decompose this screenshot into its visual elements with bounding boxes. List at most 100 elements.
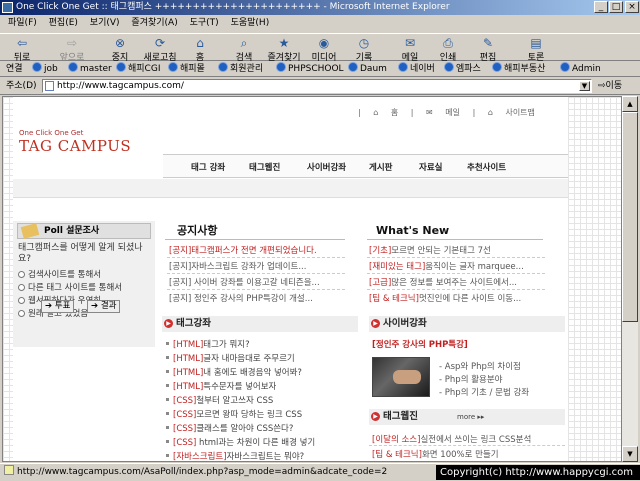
cyber-item[interactable]: - Php의 활용분야 xyxy=(439,373,503,385)
bullet-icon xyxy=(166,454,169,457)
radio-button[interactable] xyxy=(18,284,25,291)
link-happymall[interactable]: 해피몰 xyxy=(168,62,205,76)
tagclass-item[interactable]: [HTML]특수문자를 넣어보자 xyxy=(166,380,276,392)
menu-help[interactable]: 도움말(H) xyxy=(231,18,270,28)
chevron-down-icon[interactable]: ▼ xyxy=(579,81,590,91)
menu-edit[interactable]: 편집(E) xyxy=(49,18,78,28)
tagclass-item[interactable]: [HTML]태그가 뭐지? xyxy=(166,338,250,350)
divider xyxy=(367,289,545,290)
link-job[interactable]: job xyxy=(32,62,58,76)
notice-item[interactable]: [공지]태그캠퍼스가 전면 개편되었습니다. xyxy=(169,244,345,256)
link-daum[interactable]: Daum xyxy=(348,62,387,76)
home-button[interactable]: ⌂ 홈 xyxy=(180,36,220,63)
print-button[interactable]: ⎙ 인쇄 xyxy=(428,36,468,63)
radio-button[interactable] xyxy=(18,297,25,304)
poll-option[interactable]: 검색사이트를 통해서 xyxy=(18,268,101,280)
back-button[interactable]: ⇦ 뒤로 xyxy=(2,36,42,63)
cyber-banner[interactable]: [정인주 강사의 PHP특강] xyxy=(372,338,468,350)
link-happycgi[interactable]: 해피CGI xyxy=(116,62,160,76)
radio-button[interactable] xyxy=(18,271,25,278)
scroll-up-button[interactable]: ▲ xyxy=(622,96,638,112)
bullet-icon xyxy=(166,426,169,429)
menu-file[interactable]: 파일(F) xyxy=(8,18,37,28)
discuss-button[interactable]: ▤ 토론 xyxy=(516,36,556,63)
link-empas[interactable]: 엠파스 xyxy=(444,62,481,76)
link-admin[interactable]: Admin xyxy=(560,62,601,76)
vertical-scrollbar[interactable]: ▲ ▼ xyxy=(622,96,638,462)
top-nav-sitemap[interactable]: 사이트맵 xyxy=(505,108,534,117)
nav-archive[interactable]: 자료실 xyxy=(419,161,442,173)
browser-window: One Click One Get :: 태그캠퍼스 +++++++++++++… xyxy=(0,0,640,480)
forward-button[interactable]: ⇨ 앞으로 xyxy=(52,36,92,63)
minimize-button[interactable]: _ xyxy=(594,1,608,13)
nav-tag-class[interactable]: 태그 강좌 xyxy=(191,161,225,173)
favorites-button[interactable]: ★ 즐겨찾기 xyxy=(264,36,304,63)
arrow-icon: ▶ xyxy=(164,319,173,328)
tagclass-item[interactable]: [CSS]철부터 알고쓰자 CSS xyxy=(166,394,273,406)
link-phpschool[interactable]: PHPSCHOOL xyxy=(276,62,344,76)
tagclass-item[interactable]: [CSS]모르면 왕따 당하는 링크 CSS xyxy=(166,408,302,420)
address-input[interactable]: http://www.tagcampus.com/ ▼ xyxy=(42,79,592,93)
hand-image xyxy=(393,370,421,384)
menu-favorites[interactable]: 즐겨찾기(A) xyxy=(131,18,177,28)
home-icon: ⌂ xyxy=(196,36,204,50)
cyber-item[interactable]: - Php의 기초 / 문법 강좌 xyxy=(439,386,529,398)
history-button[interactable]: ◷ 기록 xyxy=(344,36,384,63)
notice-item[interactable]: [공지]자바스크립트 강좌가 업데이트... xyxy=(169,260,345,272)
mail-button[interactable]: ✉ 메일 xyxy=(390,36,430,63)
close-button[interactable]: × xyxy=(625,1,639,13)
radio-button[interactable] xyxy=(18,310,25,317)
divider xyxy=(167,273,345,274)
menu-view[interactable]: 보기(V) xyxy=(90,18,120,28)
search-button[interactable]: ⌕ 검색 xyxy=(224,36,264,63)
maximize-button[interactable]: □ xyxy=(609,1,623,13)
links-bar: 연결 job master 해피CGI 해피몰 회원관리 PHPSCHOOL D… xyxy=(0,62,640,77)
menu-bar: 파일(F) 편집(E) 보기(V) 즐겨찾기(A) 도구(T) 도움말(H) xyxy=(0,15,640,32)
cyber-item[interactable]: - Asp와 Php의 차이점 xyxy=(439,360,521,372)
stop-icon: ⊗ xyxy=(114,36,126,50)
menu-tools[interactable]: 도구(T) xyxy=(190,18,219,28)
tagclass-item[interactable]: [CSS]클래스를 알아야 CSS쓴다? xyxy=(166,422,293,434)
bullet-icon xyxy=(166,440,169,443)
address-url: http://www.tagcampus.com/ xyxy=(57,81,184,91)
nav-board[interactable]: 게시판 xyxy=(369,161,392,173)
poll-option[interactable]: 다른 태그 사이트를 통해서 xyxy=(18,281,122,293)
tagclass-item[interactable]: [CSS] html과는 차원이 다른 배경 넣기 xyxy=(166,436,315,448)
more-link[interactable]: more ▸▸ xyxy=(457,409,484,425)
site-logo[interactable]: TAG CAMPUS xyxy=(19,137,131,155)
whatsnew-item[interactable]: [기초]모르면 안되는 기본태그 7선 xyxy=(369,244,545,256)
link-naver[interactable]: 네이버 xyxy=(398,62,435,76)
whatsnew-item[interactable]: [재미있는 태그]움직이는 글자 marquee... xyxy=(369,260,545,272)
whatsnew-title: What's New xyxy=(376,224,450,237)
window-title: One Click One Get :: 태그캠퍼스 +++++++++++++… xyxy=(16,2,450,12)
notice-item[interactable]: [공지] 사이버 강좌를 이용고갈 네티즌을... xyxy=(169,276,345,288)
link-master[interactable]: master xyxy=(68,62,112,76)
top-nav-home[interactable]: 홈 xyxy=(391,108,398,117)
tagclass-item[interactable]: [HTML]내 홈에도 배경음악 넣어봐? xyxy=(166,366,302,378)
scroll-thumb[interactable] xyxy=(622,112,638,322)
nav-cyber-class[interactable]: 사이버강좌 xyxy=(307,161,346,173)
media-button[interactable]: ◉ 미디어 xyxy=(304,36,344,63)
result-button[interactable]: ➔ 결과 xyxy=(87,300,121,313)
tagclass-item[interactable]: [HTML]글자 내마음대로 주무르기 xyxy=(166,352,295,364)
bullet-icon xyxy=(166,384,169,387)
notice-item[interactable]: [공지] 정인주 강사의 PHP특강이 개설... xyxy=(169,292,345,304)
whatsnew-item[interactable]: [고급]많은 정보를 보여주는 사이트에서... xyxy=(369,276,545,288)
nav-webzine[interactable]: 태그웹진 xyxy=(249,161,280,173)
link-happy-realestate[interactable]: 해피부동산 xyxy=(492,62,545,76)
cyber-class-image[interactable] xyxy=(372,357,430,397)
media-icon: ◉ xyxy=(318,36,330,50)
nav-recommended[interactable]: 추천사이트 xyxy=(467,161,506,173)
top-nav-mail[interactable]: 메일 xyxy=(445,108,460,117)
scroll-down-button[interactable]: ▼ xyxy=(622,446,638,462)
link-member-admin[interactable]: 회원관리 xyxy=(218,62,263,76)
refresh-button[interactable]: ⟳ 새로고침 xyxy=(140,36,180,63)
stop-button[interactable]: ⊗ 중지 xyxy=(100,36,140,63)
edit-button[interactable]: ✎ 편집 xyxy=(468,36,508,63)
go-button[interactable]: ⇨이동 xyxy=(598,78,622,95)
tagclass-item[interactable]: [자바스크립트]자바스크립트는 뭐야? xyxy=(166,450,304,461)
vote-button[interactable]: ➔ 투표 xyxy=(41,300,75,313)
webzine-item[interactable]: [팁 & 테크닉]화면 100%로 만들기 xyxy=(372,448,566,460)
whatsnew-item[interactable]: [팁 & 테크닉]멋진인에 다른 사이트 이동... xyxy=(369,292,545,304)
webzine-item[interactable]: [이달의 소스]실전에서 쓰이는 링크 CSS분석 xyxy=(372,433,566,445)
